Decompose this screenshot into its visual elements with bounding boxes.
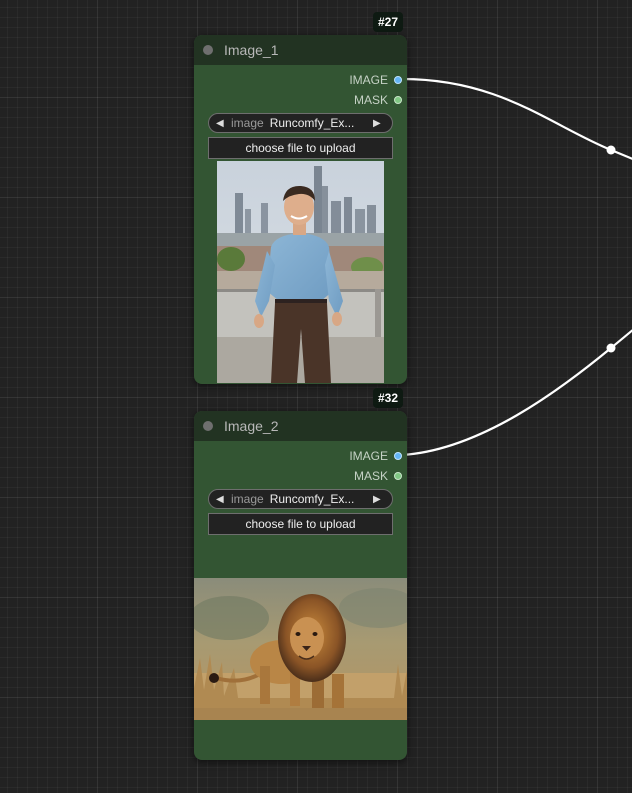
combo-right-arrow-icon[interactable]: ▶ [373, 118, 385, 129]
image-combo-widget[interactable]: ◀ image Runcomfy_Ex... ▶ [208, 489, 393, 509]
node-title-bar[interactable]: Image_1 [194, 35, 407, 65]
node-title: Image_2 [224, 418, 279, 434]
image-preview [217, 161, 384, 383]
link-2-midpoint[interactable] [606, 343, 616, 353]
image-combo-widget[interactable]: ◀ image Runcomfy_Ex... ▶ [208, 113, 393, 133]
output-label: IMAGE [349, 449, 388, 463]
lion-photo [194, 578, 407, 720]
image-output-slot-icon[interactable] [394, 76, 402, 84]
collapse-toggle-icon[interactable] [203, 45, 213, 55]
output-mask[interactable]: MASK [194, 466, 407, 486]
node-title-bar[interactable]: Image_2 [194, 411, 407, 441]
output-label: IMAGE [349, 73, 388, 87]
combo-right-arrow-icon[interactable]: ▶ [373, 494, 385, 505]
combo-value[interactable]: Runcomfy_Ex... [270, 116, 373, 130]
upload-button[interactable]: choose file to upload [208, 137, 393, 159]
load-image-node[interactable]: Image_1 IMAGE MASK ◀ image Runcomfy_Ex..… [194, 35, 407, 384]
node-title: Image_1 [224, 42, 279, 58]
output-mask[interactable]: MASK [194, 90, 407, 110]
upload-button[interactable]: choose file to upload [208, 513, 393, 535]
image-output-slot-icon[interactable] [394, 452, 402, 460]
node-outputs: IMAGE MASK [194, 441, 407, 486]
man-photo [217, 161, 384, 383]
link-image-2 [401, 329, 632, 457]
load-image-node[interactable]: Image_2 IMAGE MASK ◀ image Runcomfy_Ex..… [194, 411, 407, 760]
node-id-badge: #32 [373, 388, 404, 408]
image-preview [194, 578, 407, 720]
combo-name: image [231, 492, 264, 506]
combo-name: image [231, 116, 264, 130]
graph-canvas[interactable]: #27 Image_1 IMAGE MASK ◀ image Runcomfy_… [0, 0, 632, 793]
mask-output-slot-icon[interactable] [394, 472, 402, 480]
output-label: MASK [353, 469, 388, 483]
output-image[interactable]: IMAGE [194, 446, 407, 466]
mask-output-slot-icon[interactable] [394, 96, 402, 104]
combo-left-arrow-icon[interactable]: ◀ [216, 494, 228, 505]
combo-left-arrow-icon[interactable]: ◀ [216, 118, 228, 129]
node-id-badge: #27 [373, 12, 404, 32]
collapse-toggle-icon[interactable] [203, 421, 213, 431]
link-image-1 [401, 77, 632, 160]
node-outputs: IMAGE MASK [194, 65, 407, 110]
output-label: MASK [353, 93, 388, 107]
output-image[interactable]: IMAGE [194, 70, 407, 90]
link-1-midpoint[interactable] [606, 145, 616, 155]
combo-value[interactable]: Runcomfy_Ex... [270, 492, 373, 506]
